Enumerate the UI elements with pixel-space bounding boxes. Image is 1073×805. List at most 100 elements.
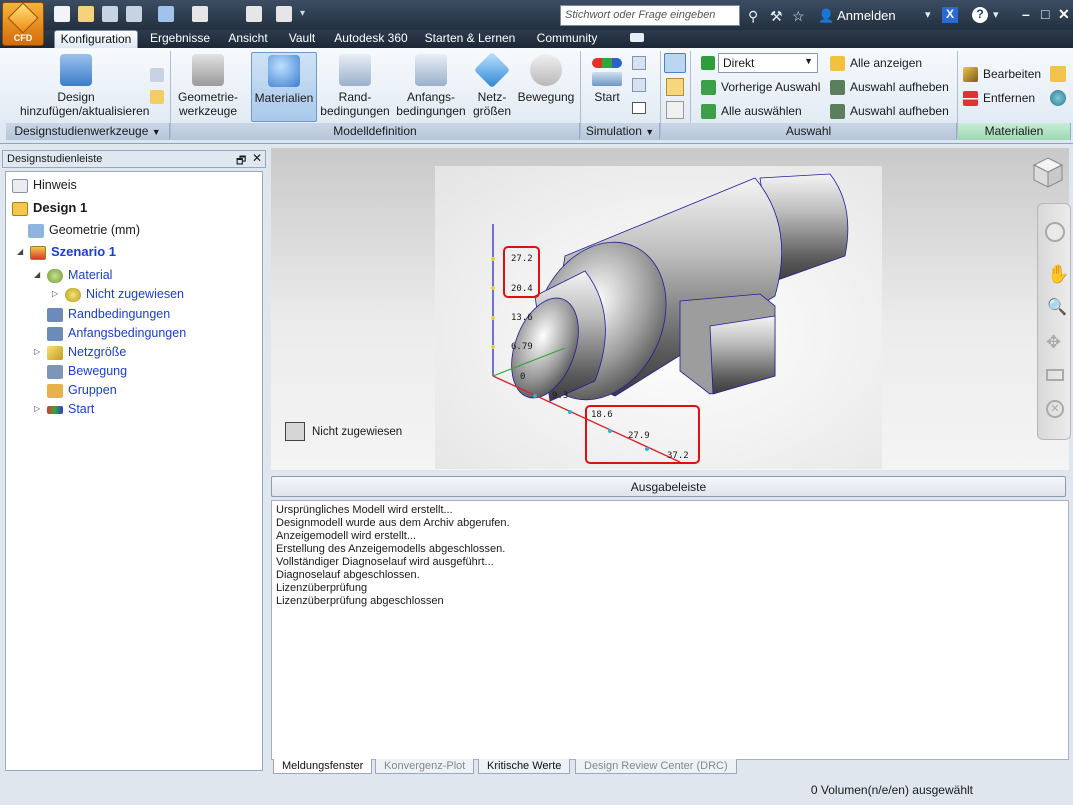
open-icon[interactable] [78,6,94,22]
help-dropdown-icon[interactable]: ▾ [993,8,999,21]
wrench-icon[interactable]: ⚒ [770,8,783,25]
clone-icon[interactable] [150,68,164,82]
select-volume-icon[interactable] [666,101,684,119]
expand-icon[interactable]: ▷ [34,404,40,413]
select-all-button[interactable]: Alle auswählen [701,101,802,121]
collapse-icon[interactable]: ◢ [17,247,23,256]
tree-label: Netzgröße [68,345,127,359]
material-editor-icon[interactable] [1050,66,1066,82]
select-icon[interactable] [158,6,174,22]
edit-design-icon[interactable] [150,90,164,104]
tree-item-gruppen[interactable]: Gruppen [47,381,117,399]
orbit-icon[interactable]: ✥ [1046,332,1061,353]
maximize-icon[interactable]: □ [1041,6,1049,22]
panel-label-designstudien[interactable]: Designstudienwerkzeuge ▼ [6,123,170,140]
save-icon[interactable] [102,6,118,22]
tree-item-hinweis[interactable]: Hinweis [12,176,77,194]
expand-icon[interactable]: ▷ [52,289,58,298]
ribbon-minimize-icon[interactable] [630,33,644,42]
start-button[interactable]: Start [584,52,630,122]
panel-label-simulation[interactable]: Simulation ▼ [581,123,660,140]
materials-button[interactable]: Materialien [251,52,317,122]
design-add-update-button[interactable]: Design hinzufügen/aktualisieren [8,52,149,122]
previous-selection-button[interactable]: Vorherige Auswahl [701,77,820,97]
stop-icon[interactable]: ✕ [1046,400,1064,418]
star-icon[interactable]: ☆ [792,8,805,25]
output-bar-header[interactable]: Ausgabeleiste [271,476,1066,497]
tab-vault[interactable]: Vault [282,30,322,48]
look-at-icon[interactable] [1046,369,1064,381]
pan-hand-icon[interactable]: ✋ [1047,264,1069,285]
deselect-button-2[interactable]: Auswahl aufheben [830,101,949,121]
solve-list-icon[interactable] [632,56,646,70]
tree-item-start[interactable]: Start [47,400,94,418]
boundary-conditions-button[interactable]: Rand-bedingungen [320,52,390,122]
tree-item-anfangsbedingungen[interactable]: Anfangsbedingungen [47,324,186,342]
select-face-icon[interactable] [666,78,684,96]
tab-konfiguration[interactable]: Konfiguration [54,30,138,48]
view-icon[interactable] [192,6,208,22]
edit-button[interactable]: Bearbeiten [963,64,1041,84]
application-menu-button[interactable]: CFD [2,2,44,46]
tab-kritische-werte[interactable]: Kritische Werte [478,759,571,774]
exchange-apps-icon[interactable]: X [942,7,958,23]
binoculars-icon[interactable]: ⚲ [748,8,758,25]
log-line: Ursprüngliches Modell wird erstellt... [276,504,453,516]
save-as-icon[interactable] [126,6,142,22]
viewcube-icon[interactable] [1032,156,1064,188]
tree-item-randbedingungen[interactable]: Randbedingungen [47,305,170,323]
tree-item-szenario[interactable]: Szenario 1 [30,243,116,261]
remove-button[interactable]: Entfernen [963,88,1035,108]
tree-item-geometrie[interactable]: Geometrie (mm) [28,221,140,239]
initial-conditions-button[interactable]: Anfangs-bedingungen [393,52,469,122]
legend-label: Nicht zugewiesen [312,426,403,438]
mesh-sizes-button[interactable]: Netz-größen [470,51,514,122]
tab-community[interactable]: Community [530,30,604,48]
steering-wheel-icon[interactable] [1045,222,1065,242]
cfd-logo-icon [7,2,39,34]
quick-access-dropdown-icon[interactable]: ▾ [300,8,305,19]
close-panel-icon[interactable]: ✕ [252,151,262,165]
tree-item-nicht-zugewiesen[interactable]: Nicht zugewiesen [65,285,184,303]
tree-item-netzgroesse[interactable]: Netzgröße [47,343,126,361]
login-dropdown-icon[interactable]: ▾ [925,8,931,21]
boundary-conditions-icon [339,54,371,86]
globe-icon[interactable] [1050,90,1066,106]
tree-item-bewegung[interactable]: Bewegung [47,362,127,380]
filter-icon[interactable] [276,6,292,22]
panel-icon[interactable] [246,6,262,22]
show-all-button[interactable]: Alle anzeigen [830,53,922,73]
help-button[interactable]: ? [972,7,988,23]
tree-label: Bewegung [68,364,128,378]
motion-button[interactable]: Bewegung [515,52,577,122]
geometry-tools-button[interactable]: Geometrie-werkzeuge [173,52,243,122]
tab-meldungsfenster[interactable]: Meldungsfenster [273,759,373,774]
float-panel-icon[interactable]: 🗗 [236,152,246,171]
chevron-down-icon: ▼ [645,127,655,137]
motion-icon [530,54,562,86]
deselect-icon [830,104,845,120]
tree-item-material[interactable]: Material [47,266,112,284]
tab-ergebnisse[interactable]: Ergebnisse [146,30,214,48]
collapse-icon[interactable]: ◢ [34,270,40,279]
tab-autodesk-360[interactable]: Autodesk 360 [330,30,412,48]
solve-table-icon[interactable] [632,78,646,92]
deselect-label-2: Auswahl aufheben [850,104,949,118]
login-button[interactable]: 👤 Anmelden [818,8,896,24]
tab-ansicht[interactable]: Ansicht [222,30,274,48]
email-icon[interactable] [632,102,646,114]
tree-item-design[interactable]: Design 1 [12,199,87,217]
close-icon[interactable]: ✕ [1058,6,1070,23]
expand-icon[interactable]: ▷ [34,347,40,356]
deselect-button-1[interactable]: Auswahl aufheben [830,77,949,97]
tab-konvergenz-plot[interactable]: Konvergenz-Plot [375,759,475,774]
select-mode-icon[interactable] [664,53,686,73]
zoom-icon[interactable]: 🔍 [1047,297,1067,317]
y-tick-label: 6.79 [511,342,533,352]
search-input[interactable]: Stichwort oder Frage eingeben [560,5,740,26]
new-icon[interactable] [54,6,70,22]
selection-mode-select[interactable]: Direkt ▼ [718,53,818,73]
minimize-icon[interactable]: – [1022,6,1030,22]
tab-design-review-center[interactable]: Design Review Center (DRC) [575,759,737,774]
tab-starten-lernen[interactable]: Starten & Lernen [420,30,520,48]
